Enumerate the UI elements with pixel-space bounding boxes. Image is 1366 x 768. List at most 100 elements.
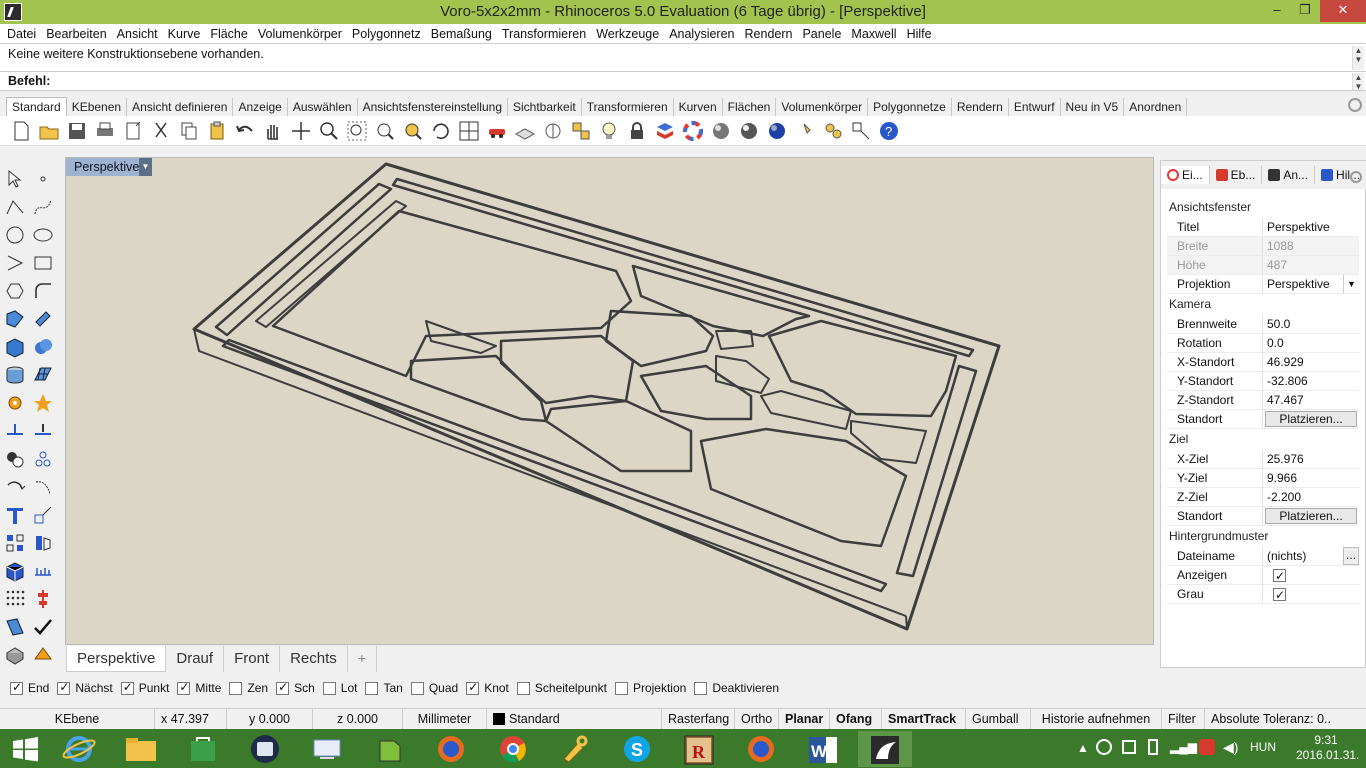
firefox-icon-2[interactable] xyxy=(734,731,788,767)
toolbar-layout-icon[interactable] xyxy=(850,120,872,142)
rectangle-icon[interactable] xyxy=(32,252,54,274)
fillet-curve-icon[interactable] xyxy=(32,280,54,302)
mesh-icon[interactable] xyxy=(32,364,54,386)
trim-icon[interactable] xyxy=(4,420,26,442)
voronoi-tray-model[interactable] xyxy=(66,158,1154,645)
firefox-icon[interactable] xyxy=(424,731,478,767)
osnap-projektion-checkbox[interactable] xyxy=(614,681,628,695)
osnap-deaktivieren[interactable]: Deaktivieren xyxy=(694,681,779,695)
viewport-tab-rechts[interactable]: Rechts xyxy=(280,646,348,672)
menu-bearbeiten[interactable]: Bearbeiten xyxy=(41,27,111,41)
pan-hand-icon[interactable] xyxy=(262,120,284,142)
rhino-taskbar-icon[interactable] xyxy=(858,731,912,767)
remote-desktop-icon[interactable] xyxy=(300,731,354,767)
status-cplane[interactable]: KEbene xyxy=(0,709,155,729)
osnap-sch[interactable]: Sch xyxy=(276,680,315,695)
chrome-icon[interactable] xyxy=(486,731,540,767)
command-scrollbar[interactable]: ▲ ▼ xyxy=(1352,73,1364,91)
target-platzieren-button[interactable]: Platzieren... xyxy=(1265,508,1357,524)
osnap-end-checkbox[interactable] xyxy=(10,680,23,695)
viewport-menu-dropdown-icon[interactable]: ▼ xyxy=(139,158,152,176)
menu-transformieren[interactable]: Transformieren xyxy=(497,27,591,41)
tab-neu-in-v5[interactable]: Neu in V5 xyxy=(1061,98,1125,116)
tray-battery-icon[interactable] xyxy=(1148,739,1158,755)
sphere-union-icon[interactable] xyxy=(32,336,54,358)
help-icon[interactable]: ? xyxy=(878,120,900,142)
lock-icon[interactable] xyxy=(626,120,648,142)
store-icon[interactable] xyxy=(176,731,230,767)
prop-z-ziel-value[interactable]: -2.200 xyxy=(1263,488,1359,506)
render-icon[interactable] xyxy=(4,644,26,666)
cut-icon[interactable] xyxy=(150,120,172,142)
osnap-end[interactable]: End xyxy=(10,680,49,695)
tab-anordnen[interactable]: Anordnen xyxy=(1124,98,1188,116)
group-icon[interactable] xyxy=(4,448,26,470)
osnap-punkt-checkbox[interactable] xyxy=(120,680,134,695)
skype-icon[interactable]: S xyxy=(610,731,664,767)
cylinder-icon[interactable] xyxy=(4,364,26,386)
polyline-icon[interactable] xyxy=(4,196,26,218)
tray-language[interactable]: HUN xyxy=(1250,740,1276,754)
material-icon[interactable] xyxy=(32,644,54,666)
prop-x-standort-value[interactable]: 46.929 xyxy=(1263,353,1359,371)
car-named-view-icon[interactable] xyxy=(486,120,508,142)
menu-bemassung[interactable]: Bemaßung xyxy=(426,27,497,41)
tab-auswaehlen[interactable]: Auswählen xyxy=(288,98,358,116)
new-file-icon[interactable] xyxy=(10,120,32,142)
tray-wifi-icon[interactable]: ▂▄▆ xyxy=(1170,740,1197,754)
osnap-scheitelpunkt-checkbox[interactable] xyxy=(516,681,530,695)
status-smarttrack[interactable]: SmartTrack xyxy=(882,709,966,729)
panel-tab-display[interactable]: An... xyxy=(1262,166,1316,184)
command-line[interactable]: Befehl: ▲ ▼ xyxy=(0,71,1366,91)
properties-page-icon[interactable] xyxy=(122,120,144,142)
options-gears-icon[interactable] xyxy=(822,120,844,142)
surface-corner-icon[interactable] xyxy=(4,308,26,330)
dimension-icon[interactable] xyxy=(32,504,54,526)
prop-rotation-value[interactable]: 0.0 xyxy=(1263,334,1359,352)
tab-sichtbarkeit[interactable]: Sichtbarkeit xyxy=(508,98,582,116)
tab-entwurf[interactable]: Entwurf xyxy=(1009,98,1061,116)
close-button[interactable]: ✕ xyxy=(1320,0,1366,22)
menu-maxwell[interactable]: Maxwell xyxy=(846,27,901,41)
menu-datei[interactable]: Datei xyxy=(2,27,41,41)
point-grid-icon[interactable] xyxy=(4,588,26,610)
paste-icon[interactable] xyxy=(206,120,228,142)
curve-icon[interactable] xyxy=(32,196,54,218)
winrar-icon[interactable]: R xyxy=(672,731,726,767)
menu-werkzeuge[interactable]: Werkzeuge xyxy=(591,27,664,41)
osnap-scheitelpunkt[interactable]: Scheitelpunkt xyxy=(516,681,607,695)
prop-titel-value[interactable]: Perspektive xyxy=(1263,218,1359,236)
camera-platzieren-button[interactable]: Platzieren... xyxy=(1265,411,1357,427)
tab-kurven[interactable]: Kurven xyxy=(674,98,723,116)
tray-clock[interactable]: 9:31 2016.01.31. xyxy=(1296,733,1359,763)
tab-flaechen[interactable]: Flächen xyxy=(723,98,777,116)
render-sphere-gray-icon[interactable] xyxy=(710,120,732,142)
zoom-selected-icon[interactable] xyxy=(402,120,424,142)
solid-box-blue-icon[interactable] xyxy=(4,560,26,582)
ellipse-icon[interactable] xyxy=(32,224,54,246)
menu-rendern[interactable]: Rendern xyxy=(740,27,798,41)
select-arrow-icon[interactable] xyxy=(4,168,26,190)
split-icon[interactable] xyxy=(32,420,54,442)
browse-file-button[interactable]: ... xyxy=(1343,547,1359,565)
word-icon[interactable]: W xyxy=(796,731,850,767)
rotate-view-icon[interactable] xyxy=(430,120,452,142)
tab-polygonnetze[interactable]: Polygonnetze xyxy=(868,98,952,116)
menu-polygonnetz[interactable]: Polygonnetz xyxy=(347,27,426,41)
status-record-history[interactable]: Historie aufnehmen xyxy=(1031,709,1162,729)
osnap-naechst-checkbox[interactable] xyxy=(57,680,71,695)
gear-transform-icon[interactable] xyxy=(4,392,26,414)
grau-checkbox[interactable] xyxy=(1273,586,1286,603)
open-folder-icon[interactable] xyxy=(38,120,60,142)
status-osnap[interactable]: Ofang xyxy=(830,709,882,729)
file-explorer-icon[interactable] xyxy=(114,731,168,767)
zoom-icon[interactable] xyxy=(318,120,340,142)
tab-ansichtsfenstereinstellung[interactable]: Ansichtsfenstereinstellung xyxy=(358,98,508,116)
prop-z-standort-value[interactable]: 47.467 xyxy=(1263,391,1359,409)
menu-kurve[interactable]: Kurve xyxy=(163,27,206,41)
viewport-tab-perspektive[interactable]: Perspektive xyxy=(66,646,167,672)
osnap-mitte-checkbox[interactable] xyxy=(177,680,191,695)
box-icon[interactable] xyxy=(4,336,26,358)
tab-volumenkoerper[interactable]: Volumenkörper xyxy=(776,98,869,116)
tab-kebenen[interactable]: KEbenen xyxy=(67,98,128,116)
